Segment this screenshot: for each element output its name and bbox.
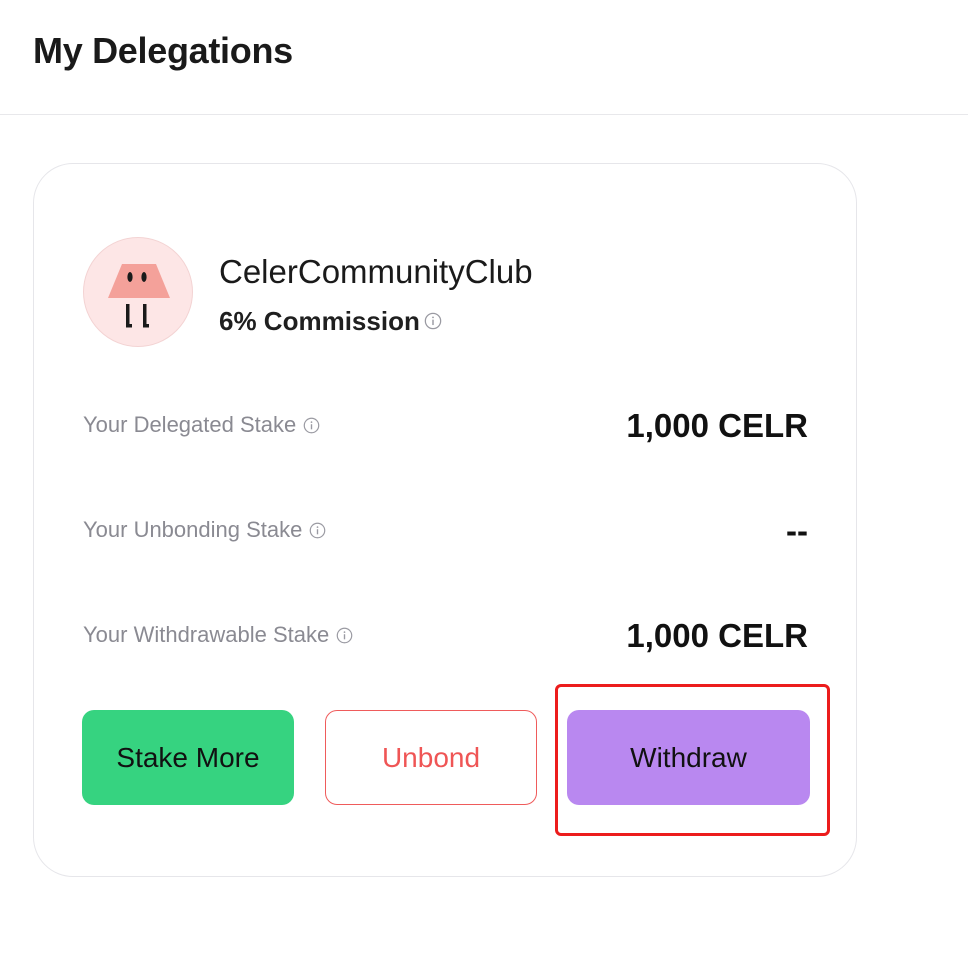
info-icon[interactable] [424,312,442,330]
delegated-stake-label: Your Delegated Stake [83,411,320,439]
unbonding-stake-value: -- [786,512,808,549]
stake-more-button[interactable]: Stake More [82,710,294,805]
commission-rate: 6% Commission [219,305,442,337]
withdraw-button[interactable]: Withdraw [567,710,810,805]
withdrawable-stake-label: Your Withdrawable Stake [83,621,353,649]
delegation-card: CelerCommunityClub 6% Commission Your De… [33,163,857,877]
commission-label: 6% Commission [219,306,420,336]
withdrawable-stake-text: Your Withdrawable Stake [83,622,330,647]
delegated-stake-text: Your Delegated Stake [83,412,297,437]
unbonding-stake-label: Your Unbonding Stake [83,516,326,544]
celer-mascot-icon [108,264,170,328]
validator-name: CelerCommunityClub [219,253,533,290]
page-header: My Delegations [0,0,968,115]
withdrawable-stake-value: 1,000 CELR [626,617,808,654]
page-title: My Delegations [33,30,293,71]
delegated-stake-value: 1,000 CELR [626,407,808,444]
info-icon[interactable] [309,522,326,539]
info-icon[interactable] [303,417,320,434]
validator-avatar [83,237,193,347]
unbonding-stake-text: Your Unbonding Stake [83,517,303,542]
unbond-button[interactable]: Unbond [325,710,537,805]
info-icon[interactable] [336,627,353,644]
